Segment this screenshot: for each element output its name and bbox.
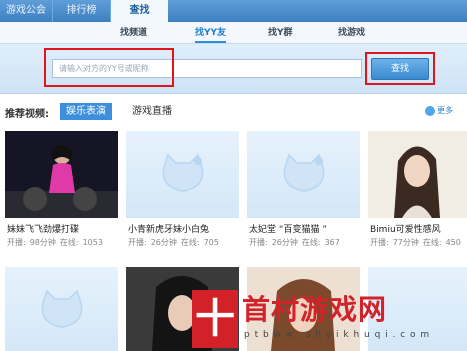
search-subtabs: 找频道 找YY友 找Y群 找游戏	[0, 22, 467, 44]
video-thumbnail[interactable]	[368, 131, 467, 218]
subtab-find-channel[interactable]: 找频道	[120, 22, 147, 44]
watermark-logo: 十	[192, 290, 238, 348]
video-title[interactable]: 妹妹飞飞劲爆打碟	[7, 222, 79, 235]
meta-online-value: 450	[445, 238, 461, 247]
meta-online-label: 在线:	[59, 238, 79, 247]
recommend-label: 推荐视频:	[5, 109, 49, 120]
tab-game-live[interactable]: 游戏直播	[126, 103, 178, 120]
video-meta: 开播: 77分钟 在线: 450	[370, 237, 465, 248]
video-card[interactable]: 小青新虎牙妹小白兔 开播: 26分钟 在线: 705	[126, 131, 239, 251]
watermark-text: 首村游戏网	[242, 293, 388, 326]
video-thumbnail[interactable]	[5, 131, 118, 218]
more-icon	[425, 105, 435, 116]
hello-kitty-placeholder-icon	[283, 153, 325, 192]
portrait-photo	[368, 131, 467, 218]
video-card[interactable]	[5, 267, 118, 351]
tab-ranking[interactable]: 排行榜	[52, 0, 110, 22]
video-title[interactable]: 太妃堂 “百变猫猫 ”	[249, 222, 327, 235]
meta-online-label: 在线:	[301, 238, 321, 247]
subtab-find-game[interactable]: 找游戏	[338, 22, 365, 44]
tab-guild[interactable]: 游戏公会	[0, 0, 52, 22]
meta-start-label: 开播:	[128, 238, 147, 247]
video-thumbnail[interactable]	[247, 131, 360, 218]
meta-start-label: 开播:	[249, 238, 268, 247]
dj-photo	[5, 131, 118, 218]
meta-start-label: 开播:	[370, 238, 389, 247]
meta-online-label: 在线:	[422, 238, 442, 247]
hello-kitty-placeholder-icon	[162, 153, 204, 192]
meta-start-label: 开播:	[7, 238, 26, 247]
video-thumbnail[interactable]	[5, 267, 118, 351]
video-title[interactable]: 小青新虎牙妹小白兔	[128, 222, 209, 235]
meta-online-label: 在线:	[180, 238, 200, 247]
more-label: 更多	[437, 106, 453, 115]
hello-kitty-placeholder-icon	[41, 289, 83, 328]
top-tab-bar: 游戏公会 排行榜 查找	[0, 0, 467, 22]
watermark-url: p t b w w . s h y i k h u q i . c o m	[244, 330, 431, 340]
meta-start-value: 26分钟	[150, 238, 177, 247]
video-meta: 开播: 98分钟 在线: 1053	[7, 237, 107, 248]
meta-online-value: 1053	[82, 238, 103, 247]
video-card[interactable]: Bimiu可爱性感风 开播: 77分钟 在线: 450	[368, 131, 467, 251]
video-title[interactable]: Bimiu可爱性感风	[370, 222, 441, 235]
highlight-box-input	[44, 48, 174, 87]
recommend-bar: 推荐视频: 娱乐表演 游戏直播 更多	[0, 100, 467, 124]
subtab-find-group[interactable]: 找Y群	[268, 22, 293, 44]
tab-entertainment[interactable]: 娱乐表演	[60, 103, 112, 120]
video-thumbnail[interactable]	[126, 131, 239, 218]
video-meta: 开播: 26分钟 在线: 367	[249, 237, 344, 248]
site-watermark: 十 首村游戏网 p t b w w . s h y i k h u q i . …	[190, 288, 467, 351]
video-meta: 开播: 26分钟 在线: 705	[128, 237, 223, 248]
meta-online-value: 367	[324, 238, 340, 247]
meta-online-value: 705	[203, 238, 219, 247]
video-card[interactable]: 妹妹飞飞劲爆打碟 开播: 98分钟 在线: 1053	[5, 131, 118, 251]
more-link[interactable]: 更多	[425, 105, 453, 116]
highlight-box-button	[365, 52, 435, 85]
tab-search[interactable]: 查找	[110, 0, 168, 22]
meta-start-value: 98分钟	[29, 238, 56, 247]
subtab-find-friend[interactable]: 找YY友	[195, 22, 227, 44]
meta-start-value: 77分钟	[392, 238, 419, 247]
meta-start-value: 26分钟	[271, 238, 298, 247]
video-card[interactable]: 太妃堂 “百变猫猫 ” 开播: 26分钟 在线: 367	[247, 131, 360, 251]
